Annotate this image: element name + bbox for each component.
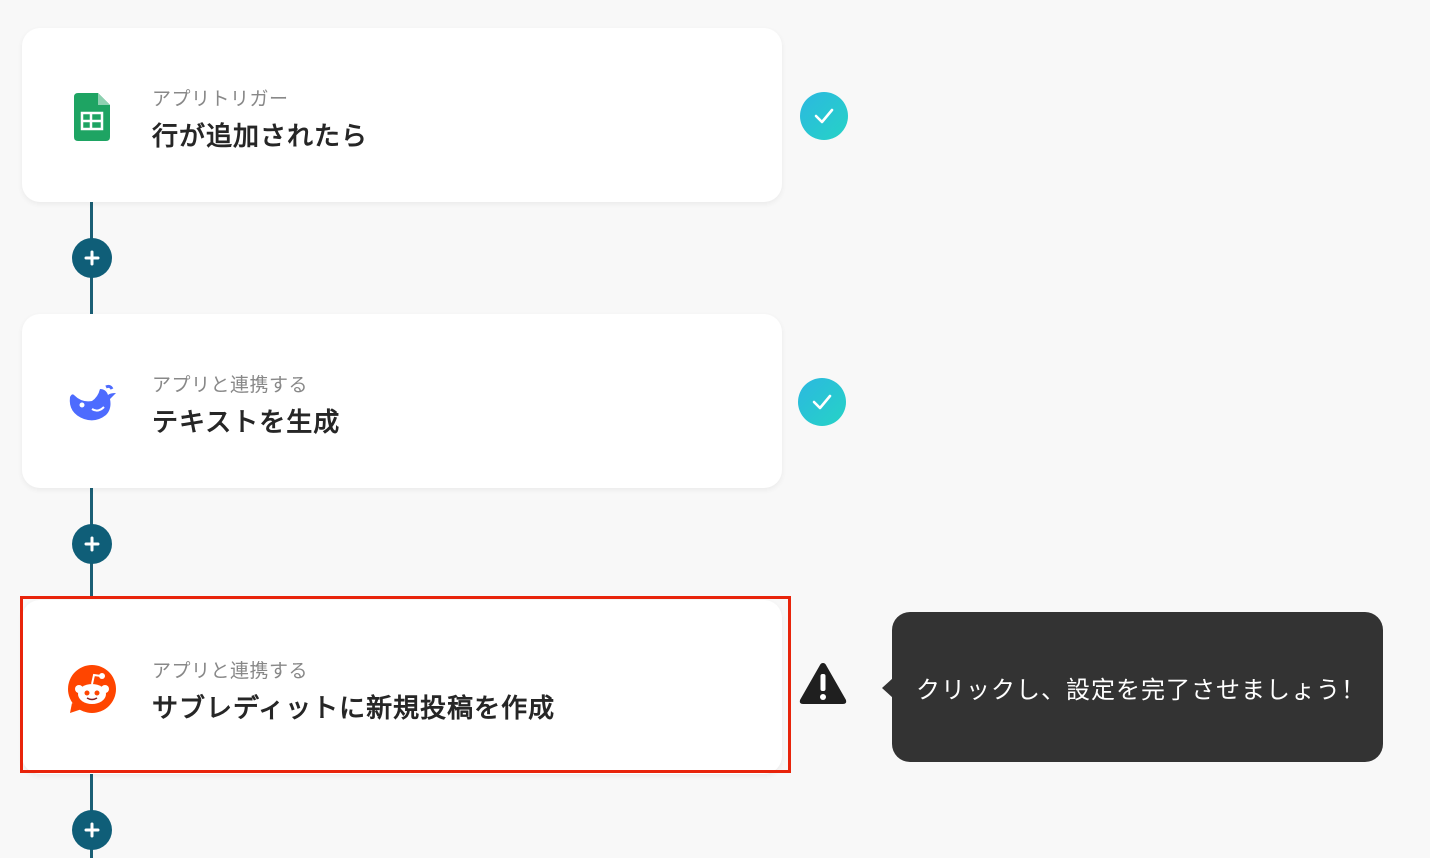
google-sheets-icon <box>66 91 118 143</box>
deepseek-icon <box>66 377 118 429</box>
add-step-button[interactable] <box>72 810 112 850</box>
warning-icon <box>798 660 848 706</box>
tooltip-text: クリックし、設定を完了させましょう！ <box>916 675 1366 704</box>
step-title: 行が追加されたら <box>152 122 369 152</box>
step-card-generate-text[interactable]: アプリと連携する テキストを生成 <box>22 314 782 488</box>
step-title: サブレディットに新規投稿を作成 <box>152 694 556 724</box>
step-kind-label: アプリと連携する <box>152 374 309 396</box>
setup-tooltip: クリックし、設定を完了させましょう！ <box>882 612 1383 762</box>
step-kind-label: アプリトリガー <box>152 88 289 110</box>
step-kind-label: アプリと連携する <box>152 660 309 682</box>
plus-icon <box>84 250 100 266</box>
step-card-reddit-post[interactable]: アプリと連携する サブレディットに新規投稿を作成 <box>22 600 782 774</box>
reddit-icon <box>66 663 118 715</box>
step-title: テキストを生成 <box>152 408 341 438</box>
plus-icon <box>84 822 100 838</box>
step-card-sheets-trigger[interactable]: アプリトリガー 行が追加されたら <box>22 28 782 202</box>
tooltip-arrow <box>882 678 893 698</box>
check-icon <box>798 378 846 426</box>
check-icon <box>800 92 848 140</box>
add-step-button[interactable] <box>72 238 112 278</box>
plus-icon <box>84 536 100 552</box>
add-step-button[interactable] <box>72 524 112 564</box>
